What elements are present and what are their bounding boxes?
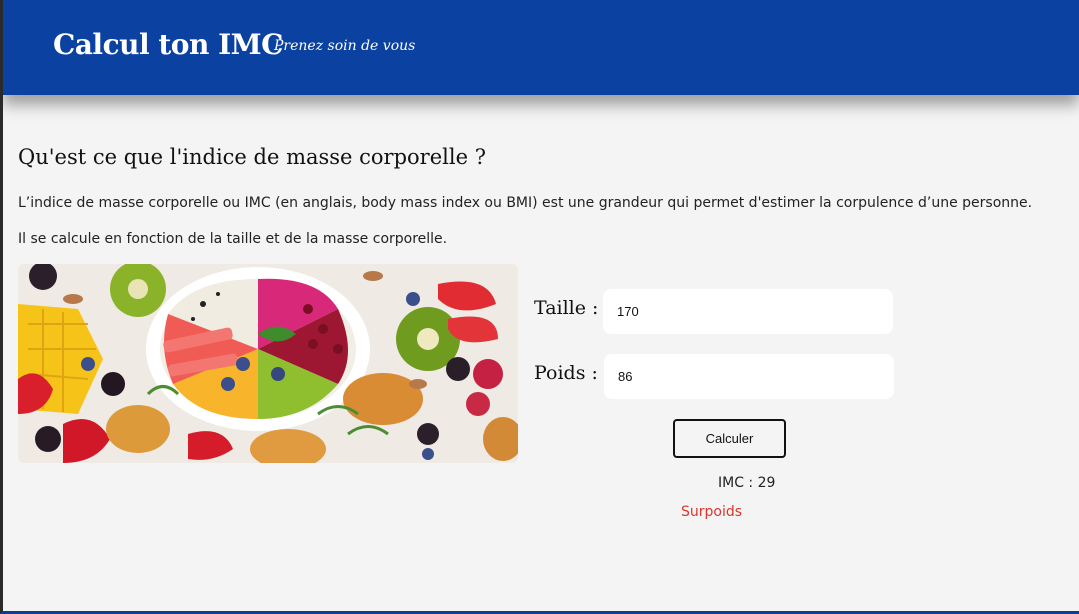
brand-tagline: Prenez soin de vous bbox=[274, 38, 416, 54]
brand-title[interactable]: Calcul ton IMC bbox=[53, 28, 283, 61]
food-illustration bbox=[18, 264, 518, 463]
intro-paragraph-2: Il se calcule en fonction de la taille e… bbox=[18, 231, 448, 247]
section-title: Qu'est ce que l'indice de masse corporel… bbox=[18, 145, 486, 169]
poids-label: Poids : bbox=[534, 362, 598, 384]
imc-result: IMC : 29 bbox=[718, 475, 776, 491]
food-image bbox=[18, 264, 518, 463]
intro-paragraph: L’indice de masse corporelle ou IMC (en … bbox=[18, 195, 1033, 211]
intro-section: Qu'est ce que l'indice de masse corporel… bbox=[18, 145, 1073, 247]
calculer-button[interactable]: Calculer bbox=[673, 419, 786, 458]
taille-input[interactable] bbox=[603, 289, 893, 334]
taille-label: Taille : bbox=[534, 297, 599, 319]
imc-status: Surpoids bbox=[681, 504, 743, 520]
page: Calcul ton IMC Prenez soin de vous Qu'es… bbox=[0, 0, 1079, 614]
navbar: Calcul ton IMC Prenez soin de vous bbox=[3, 0, 1079, 95]
poids-input[interactable] bbox=[604, 354, 894, 399]
